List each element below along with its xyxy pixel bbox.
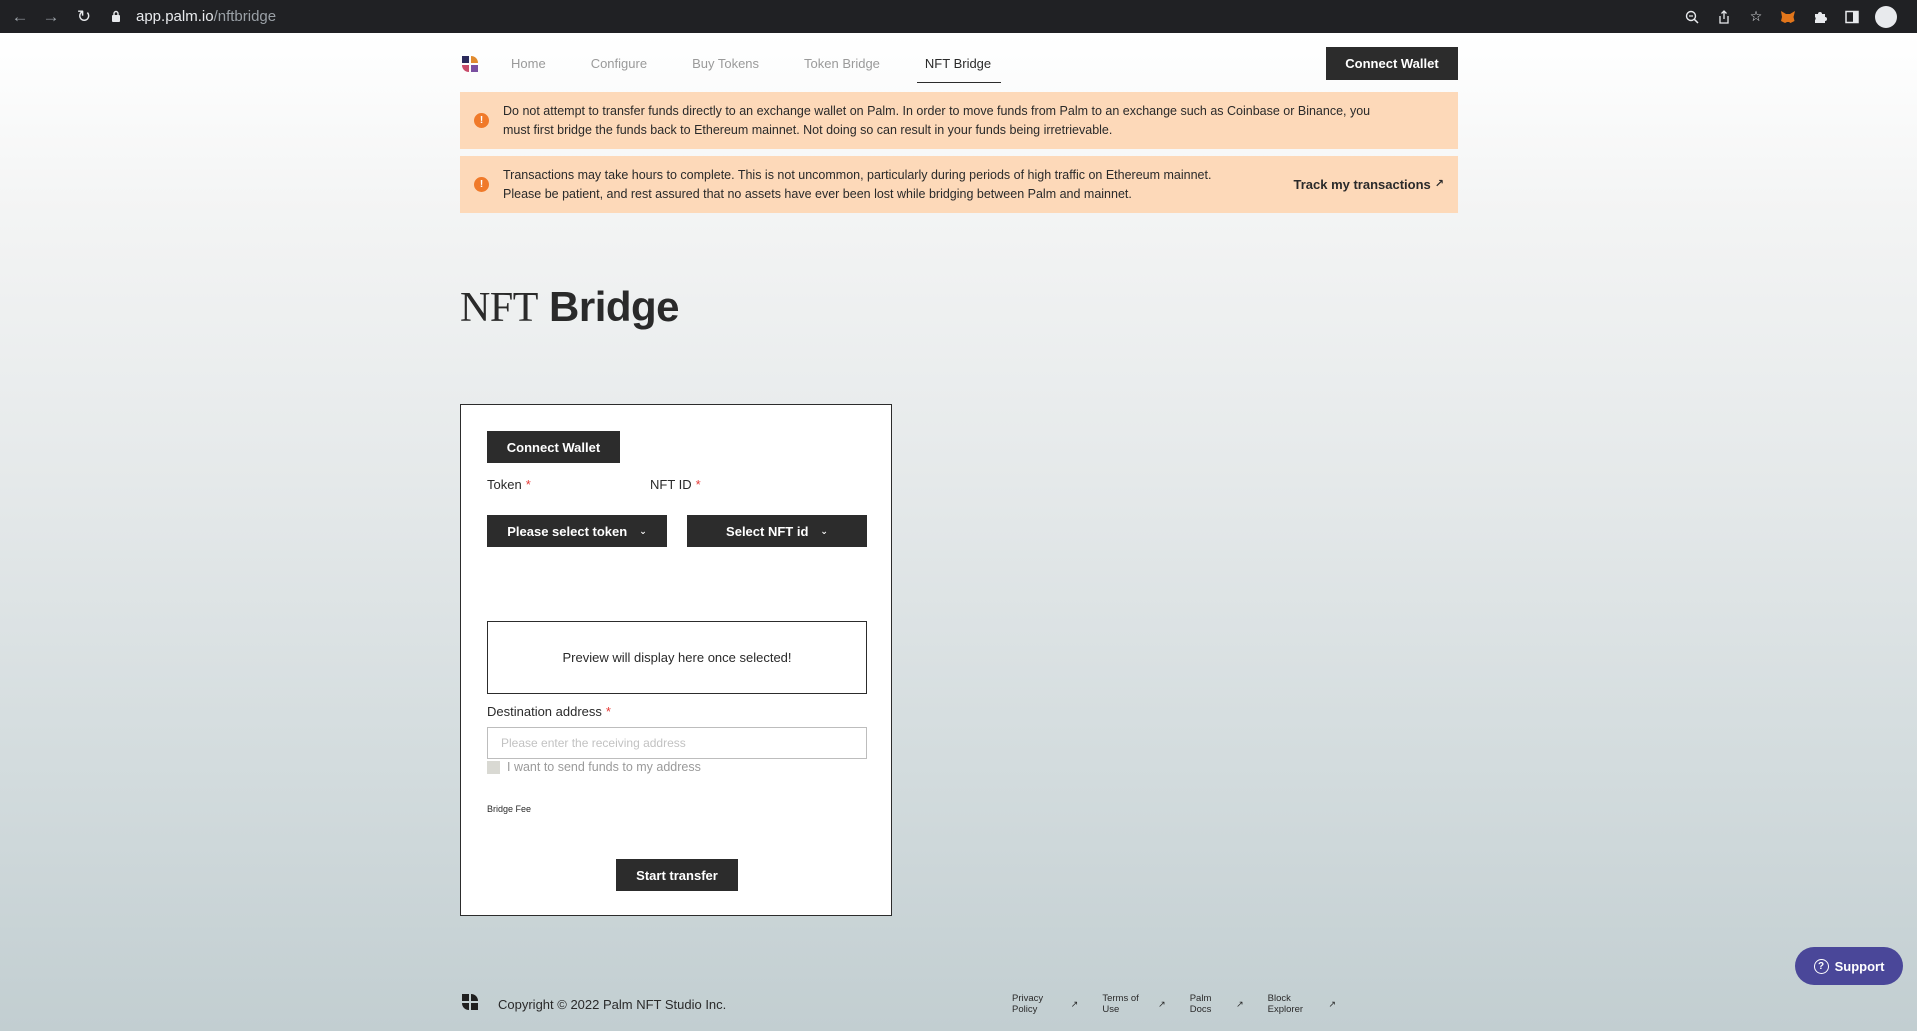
palm-docs-link[interactable]: Palm Docs ↗: [1190, 993, 1244, 1015]
top-navigation: Home Configure Buy Tokens Token Bridge N…: [460, 46, 1458, 83]
url-host: app.palm.io: [136, 7, 214, 25]
connect-wallet-button[interactable]: Connect Wallet: [487, 431, 620, 463]
chevron-down-icon: ⌄: [639, 525, 647, 536]
privacy-policy-link[interactable]: Privacy Policy ↗: [1012, 993, 1078, 1015]
nft-bridge-form: Connect Wallet Token * NFT ID * Please sel…: [460, 404, 892, 916]
nav-configure[interactable]: Configure: [591, 46, 647, 81]
track-transactions-link[interactable]: Track my transactions ↗: [1293, 156, 1444, 213]
page-title: NFT Bridge: [460, 283, 680, 331]
warning-icon: !: [474, 113, 489, 128]
profile-avatar[interactable]: [1875, 5, 1897, 28]
chevron-down-icon: ⌄: [820, 525, 828, 536]
copyright-text: Copyright © 2022 Palm NFT Studio Inc.: [498, 996, 727, 1012]
nav-nft-bridge[interactable]: NFT Bridge: [916, 46, 1002, 83]
address-bar[interactable]: app.palm.io/nftbridge: [108, 2, 1688, 30]
zoom-icon[interactable]: [1683, 8, 1701, 26]
start-transfer-button[interactable]: Start transfer: [616, 859, 738, 891]
required-mark: *: [605, 704, 611, 719]
send-to-self-option[interactable]: I want to send funds to my address: [487, 760, 701, 774]
nav-buy-tokens[interactable]: Buy Tokens: [692, 46, 759, 81]
external-link-icon: ↗: [1070, 998, 1079, 1009]
extensions-puzzle-icon[interactable]: [1811, 8, 1829, 26]
nft-id-select[interactable]: Select NFT id ⌄: [687, 515, 867, 547]
reload-icon[interactable]: ↻: [73, 6, 95, 28]
support-button[interactable]: ? Support: [1795, 947, 1903, 985]
bookmark-star-icon[interactable]: ☆: [1747, 8, 1765, 26]
destination-address-input[interactable]: [487, 727, 867, 759]
back-arrow-icon[interactable]: ←: [9, 6, 31, 28]
page: Home Configure Buy Tokens Token Bridge N…: [0, 33, 1917, 1031]
terms-of-use-link[interactable]: Terms of Use ↗: [1102, 993, 1165, 1015]
external-link-icon: ↗: [1236, 998, 1244, 1009]
exchange-warning-banner: ! Do not attempt to transfer funds direc…: [460, 92, 1458, 149]
required-mark: *: [695, 477, 701, 492]
footer: Copyright © 2022 Palm NFT Studio Inc. Pr…: [460, 993, 1360, 1015]
nft-preview-box: Preview will display here once selected!: [487, 621, 867, 694]
external-link-icon: ↗: [1158, 998, 1166, 1009]
bridge-fee-label: Bridge Fee: [487, 804, 532, 814]
nav-home[interactable]: Home: [511, 46, 546, 81]
palm-logo-icon[interactable]: [460, 54, 480, 74]
warning-icon: !: [474, 177, 489, 192]
side-panel-icon[interactable]: [1843, 8, 1861, 26]
nav-token-bridge[interactable]: Token Bridge: [804, 46, 880, 81]
transaction-time-banner: ! Transactions may take hours to complet…: [460, 156, 1458, 213]
external-link-icon: ↗: [1328, 998, 1336, 1009]
forward-arrow-icon[interactable]: →: [40, 6, 62, 28]
url-path: /nftbridge: [213, 7, 277, 25]
connect-wallet-header-button[interactable]: Connect Wallet: [1326, 47, 1458, 80]
browser-actions: ☆: [1683, 0, 1897, 33]
external-link-icon: ↗: [1434, 178, 1444, 190]
token-label: Token *: [487, 477, 531, 492]
browser-toolbar: ← → ↻ app.palm.io/nftbridge ☆: [0, 0, 1917, 33]
palm-logo-footer-icon: [460, 992, 480, 1017]
metamask-fox-icon[interactable]: [1779, 8, 1797, 26]
share-icon[interactable]: [1715, 8, 1733, 26]
destination-label: Destination address *: [487, 704, 611, 719]
required-mark: *: [525, 477, 531, 492]
exchange-warning-text: Do not attempt to transfer funds directl…: [503, 103, 1371, 137]
footer-links: Privacy Policy ↗ Terms of Use ↗ Palm Docs ↗…: [1012, 993, 1360, 1015]
lock-icon: [108, 8, 124, 24]
send-to-self-checkbox[interactable]: [487, 760, 500, 774]
token-select[interactable]: Please select token ⌄: [487, 515, 667, 547]
nft-id-label: NFT ID *: [650, 477, 701, 492]
block-explorer-link[interactable]: Block Explorer ↗: [1268, 993, 1336, 1015]
help-icon: ?: [1813, 958, 1829, 974]
transaction-time-text: Transactions may take hours to complete.…: [503, 167, 1212, 201]
